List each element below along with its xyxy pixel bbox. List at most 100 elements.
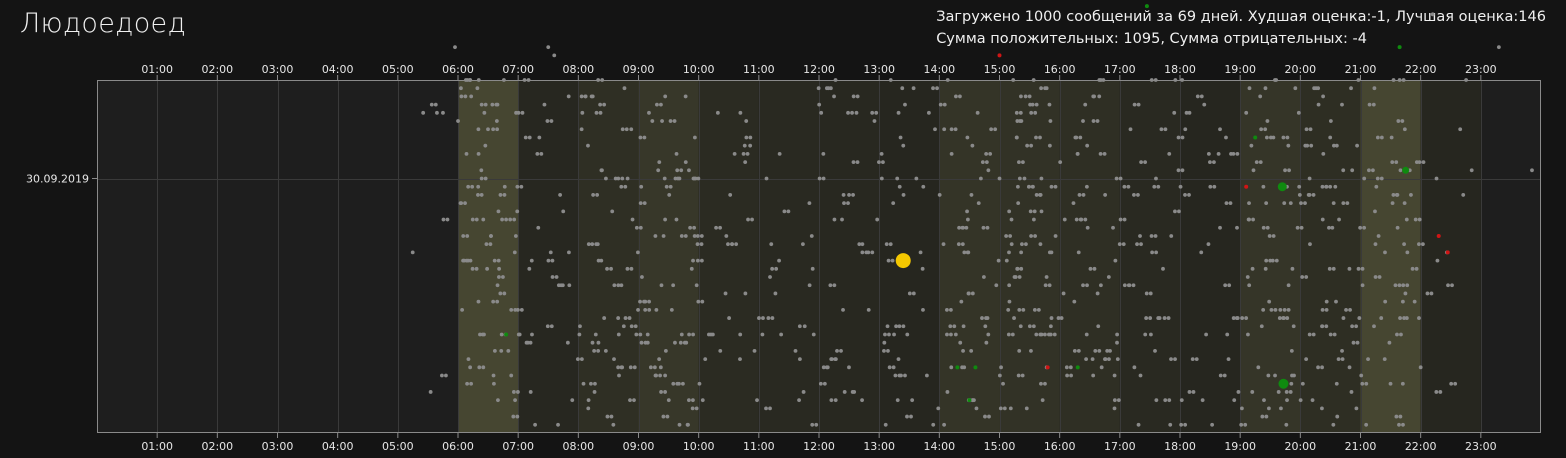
message-point bbox=[1212, 184, 1217, 189]
message-point bbox=[1081, 119, 1085, 123]
highlighted-message-point bbox=[967, 398, 972, 403]
message-point bbox=[692, 225, 697, 230]
message-point bbox=[1282, 307, 1287, 312]
message-point bbox=[456, 119, 460, 123]
message-point bbox=[527, 135, 532, 140]
message-point bbox=[586, 398, 591, 403]
message-point bbox=[1059, 316, 1064, 320]
message-point bbox=[1264, 414, 1269, 419]
message-point bbox=[901, 324, 906, 329]
message-point bbox=[1398, 316, 1402, 320]
message-point bbox=[1354, 406, 1359, 411]
message-point bbox=[768, 406, 772, 411]
message-point bbox=[860, 250, 865, 255]
message-point bbox=[1331, 422, 1336, 427]
message-point bbox=[1306, 193, 1311, 197]
hour-band bbox=[1420, 80, 1481, 433]
message-point bbox=[691, 176, 696, 181]
message-point bbox=[1149, 234, 1154, 238]
message-point bbox=[1396, 119, 1401, 123]
message-point bbox=[970, 291, 975, 296]
message-point bbox=[1327, 266, 1332, 271]
message-point bbox=[683, 160, 688, 164]
message-point bbox=[1304, 275, 1309, 279]
message-point bbox=[502, 291, 507, 296]
x-tick-label: 16:00 bbox=[1044, 440, 1076, 453]
message-point bbox=[1179, 422, 1184, 427]
message-point bbox=[1017, 349, 1022, 353]
message-point bbox=[1235, 225, 1239, 230]
message-point bbox=[797, 324, 802, 329]
message-point bbox=[855, 160, 860, 164]
message-point bbox=[638, 135, 643, 140]
message-point bbox=[1324, 299, 1329, 304]
message-point bbox=[1018, 324, 1023, 329]
message-point bbox=[891, 365, 896, 370]
message-point bbox=[1379, 316, 1384, 320]
message-point bbox=[1163, 398, 1168, 403]
message-point bbox=[914, 176, 919, 181]
x-tick-label: 14:00 bbox=[923, 440, 955, 453]
message-point bbox=[1402, 201, 1407, 206]
message-point bbox=[1132, 102, 1137, 107]
message-point bbox=[1284, 390, 1289, 394]
message-point bbox=[1065, 373, 1069, 378]
message-point bbox=[596, 349, 601, 353]
message-point bbox=[441, 110, 445, 115]
message-point bbox=[1276, 390, 1281, 394]
message-point bbox=[1307, 332, 1312, 337]
message-point bbox=[1097, 349, 1102, 353]
message-point bbox=[1372, 324, 1376, 329]
message-point bbox=[1316, 86, 1321, 91]
message-point bbox=[728, 193, 733, 197]
message-point bbox=[1009, 217, 1014, 222]
hour-band bbox=[939, 80, 1000, 433]
message-point bbox=[911, 86, 916, 91]
message-point bbox=[511, 390, 516, 394]
message-point bbox=[926, 110, 931, 115]
message-point bbox=[681, 381, 685, 386]
message-point bbox=[997, 176, 1002, 181]
message-point bbox=[691, 258, 695, 263]
message-point bbox=[1043, 381, 1047, 386]
message-point bbox=[550, 258, 555, 263]
message-point bbox=[1345, 201, 1350, 206]
message-point bbox=[1040, 398, 1045, 403]
message-point bbox=[1139, 160, 1144, 164]
message-point bbox=[1328, 119, 1333, 123]
message-point bbox=[965, 209, 969, 214]
message-point bbox=[860, 398, 864, 403]
message-point bbox=[887, 365, 892, 370]
message-point bbox=[632, 398, 636, 403]
message-point bbox=[1014, 135, 1019, 140]
message-point bbox=[533, 422, 537, 427]
message-point bbox=[1078, 135, 1083, 140]
message-point bbox=[882, 340, 887, 345]
message-point bbox=[463, 201, 467, 206]
message-point bbox=[1240, 316, 1245, 320]
activity-scatter-chart: 01:00 02:00 03:00 04:00 05:00 06:00 07:00 08:00… bbox=[26, 4, 1541, 453]
message-point bbox=[969, 193, 974, 197]
message-point bbox=[479, 102, 484, 107]
message-point bbox=[1143, 332, 1148, 337]
message-point bbox=[1341, 316, 1346, 320]
message-point bbox=[501, 275, 505, 279]
message-point bbox=[897, 373, 902, 378]
message-point bbox=[1358, 225, 1363, 230]
x-tick-label: 02:00 bbox=[201, 63, 233, 76]
x-tick-label: 20:00 bbox=[1284, 440, 1316, 453]
x-tick-label: 01:00 bbox=[141, 63, 173, 76]
message-point bbox=[1288, 201, 1293, 206]
message-point bbox=[591, 193, 596, 197]
message-point bbox=[575, 357, 580, 362]
message-point bbox=[1399, 332, 1403, 337]
message-point bbox=[674, 151, 679, 156]
message-point bbox=[1383, 250, 1387, 255]
message-point bbox=[595, 242, 600, 247]
message-point bbox=[1350, 168, 1355, 173]
message-point bbox=[718, 225, 722, 230]
message-point bbox=[1449, 381, 1454, 386]
hour-band bbox=[578, 80, 639, 433]
message-point bbox=[476, 127, 481, 132]
message-point bbox=[1049, 316, 1054, 320]
